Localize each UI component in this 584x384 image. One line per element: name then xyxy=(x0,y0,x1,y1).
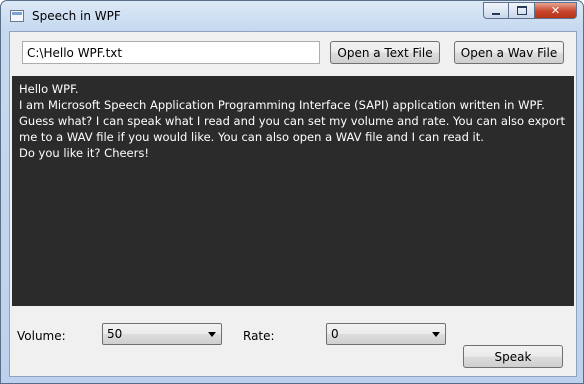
chevron-down-icon xyxy=(208,332,216,337)
file-path-input[interactable] xyxy=(22,41,320,64)
rate-value: 0 xyxy=(331,327,339,341)
volume-value: 50 xyxy=(107,327,123,341)
minimize-button[interactable] xyxy=(483,2,509,19)
title-bar[interactable]: Speech in WPF ✕ xyxy=(1,1,583,31)
speech-text-area[interactable]: Hello WPF. I am Microsoft Speech Applica… xyxy=(12,76,574,306)
client-area: Open a Text File Open a Wav File Hello W… xyxy=(9,31,577,377)
minimize-icon xyxy=(492,12,500,15)
rate-dropdown[interactable]: 0 xyxy=(326,323,446,345)
text-line: I am Microsoft Speech Application Progra… xyxy=(19,98,569,144)
volume-dropdown[interactable]: 50 xyxy=(102,323,222,345)
app-window: Speech in WPF ✕ Open a Text File Open a … xyxy=(0,0,584,384)
chevron-down-icon xyxy=(432,332,440,337)
window-title: Speech in WPF xyxy=(32,9,121,23)
maximize-button[interactable] xyxy=(509,2,535,19)
speak-button[interactable]: Speak xyxy=(463,345,563,368)
maximize-icon xyxy=(516,6,527,15)
close-button[interactable]: ✕ xyxy=(535,2,577,19)
open-wav-file-button[interactable]: Open a Wav File xyxy=(454,41,564,64)
text-line: Do you like it? Cheers! xyxy=(19,146,149,160)
volume-label: Volume: xyxy=(17,329,66,343)
window-app-icon[interactable] xyxy=(10,10,24,22)
open-text-file-button[interactable]: Open a Text File xyxy=(330,41,440,64)
close-icon: ✕ xyxy=(550,4,561,17)
rate-label: Rate: xyxy=(243,329,275,343)
caption-buttons: ✕ xyxy=(483,2,577,19)
text-line: Hello WPF. xyxy=(19,82,79,96)
